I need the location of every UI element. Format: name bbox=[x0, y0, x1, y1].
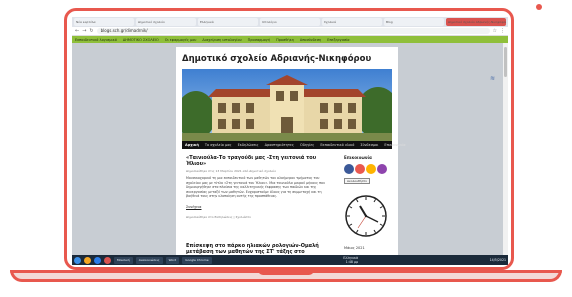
tab-active[interactable]: Δημοτικό σχολείο Αδριανής-Νικηφόρου bbox=[446, 18, 506, 26]
extension-icon[interactable]: ≋ bbox=[490, 75, 495, 82]
blog-content: Δημοτικό σχολείο Αδριανής-Νικηφόρου Αρχι… bbox=[176, 47, 406, 261]
address-bar-row: ← → ↻ blogs.sch.gr/dimadrnik/ ☆ ⋮ bbox=[72, 27, 508, 36]
menu-item[interactable]: Εκδηλώσεις bbox=[238, 143, 259, 147]
browser-tabs: Νέα καρτέλα Δημοτικό σχολείο Ελληνικά Ισ… bbox=[72, 17, 508, 27]
web-page: Δημοτικό σχολείο Αδριανής-Νικηφόρου Αρχι… bbox=[72, 43, 508, 261]
menu-item[interactable]: Δραστηριότητες bbox=[265, 143, 294, 147]
menu-icon[interactable]: ⋮ bbox=[500, 27, 505, 36]
sun-icon[interactable] bbox=[366, 164, 376, 174]
taskbar: Μουσική Ανακοινώσεις Word Google Chrome … bbox=[72, 255, 508, 265]
tray-time: 1:48 μμ bbox=[345, 260, 358, 264]
menu-item[interactable]: Οδηγίες bbox=[300, 143, 314, 147]
system-tray[interactable]: Ελληνικά 1:48 μμ bbox=[343, 256, 358, 264]
screen: Νέα καρτέλα Δημοτικό σχολείο Ελληνικά Ισ… bbox=[72, 17, 508, 265]
reload-icon[interactable]: ↻ bbox=[89, 27, 93, 36]
tab-4[interactable]: Ιστολόγιο bbox=[260, 18, 320, 26]
post-title[interactable]: «Ταινιούλα-Το τραγούδι μας -Στη γειτονιά… bbox=[186, 155, 326, 167]
bookmark[interactable]: Διαχείριση ιστολογίου bbox=[202, 38, 241, 42]
post-meta: Δημοσιεύθηκε στις 13 Μαρτίου 2021 από Δη… bbox=[186, 169, 277, 173]
bookmark[interactable]: Οι εφαρμογές μου bbox=[165, 38, 197, 42]
tag-icon[interactable] bbox=[377, 164, 387, 174]
decor-dot bbox=[536, 4, 542, 10]
bookmarks-bar: Εκπαιδευτικό λογισμικό ΔΗΜΟΤΙΚΟ ΣΧΟΛΕΙΟ … bbox=[72, 36, 508, 43]
clock-widget bbox=[345, 195, 387, 237]
laptop-notch bbox=[258, 270, 314, 275]
follow-button[interactable]: Ακολουθήστε bbox=[344, 178, 370, 184]
instagram-icon[interactable] bbox=[355, 164, 365, 174]
read-more-link[interactable]: Συνέχεια bbox=[186, 205, 326, 209]
bookmark[interactable]: Εκπαιδευτικό λογισμικό bbox=[75, 38, 117, 42]
menu-item[interactable]: Εκπαιδευτικό υλικό bbox=[320, 143, 354, 147]
tray-date-block: 14/5/2021 bbox=[490, 258, 506, 262]
forward-icon[interactable]: → bbox=[82, 27, 86, 36]
tab-3[interactable]: Ελληνικά bbox=[198, 18, 258, 26]
laptop-screen-frame: Νέα καρτέλα Δημοτικό σχολείο Ελληνικά Ισ… bbox=[64, 8, 514, 270]
blog-post: «Ταινιούλα-Το τραγούδι μας -Στη γειτονιά… bbox=[186, 155, 326, 219]
facebook-icon[interactable] bbox=[344, 164, 354, 174]
menu-item[interactable]: Σύνδεσμοι bbox=[360, 143, 378, 147]
social-icons bbox=[344, 164, 392, 174]
menu-item[interactable]: Επικοινωνία bbox=[384, 143, 405, 147]
site-title[interactable]: Δημοτικό σχολείο Αδριανής-Νικηφόρου bbox=[182, 54, 371, 64]
tab-2[interactable]: Δημοτικό σχολείο bbox=[136, 18, 196, 26]
calendar-month: Μάιος 2021 bbox=[344, 246, 365, 250]
taskbar-item[interactable]: Word bbox=[165, 256, 180, 264]
bookmark[interactable]: Αποσύνδεση bbox=[300, 38, 321, 42]
school-building-image bbox=[182, 69, 392, 141]
back-icon[interactable]: ← bbox=[75, 27, 79, 36]
start-icon[interactable] bbox=[74, 256, 81, 264]
menu-item[interactable]: Το σχολείο μας bbox=[205, 143, 232, 147]
sidebar-title: Επικοινωνία bbox=[344, 155, 372, 160]
tab-6[interactable]: Blog bbox=[384, 18, 444, 26]
media-icon[interactable] bbox=[104, 256, 111, 264]
taskbar-item[interactable]: Μουσική bbox=[114, 256, 133, 264]
star-icon[interactable]: ☆ bbox=[493, 27, 497, 36]
taskbar-item[interactable]: Google Chrome bbox=[182, 256, 212, 264]
tray-date: 14/5/2021 bbox=[489, 258, 506, 262]
menu-item-home[interactable]: Αρχική bbox=[185, 143, 199, 147]
tab-1[interactable]: Νέα καρτέλα bbox=[74, 18, 134, 26]
scrollbar-thumb[interactable] bbox=[504, 47, 507, 77]
bookmark[interactable]: Επεξεργασία bbox=[327, 38, 349, 42]
taskbar-item[interactable]: Ανακοινώσεις bbox=[135, 256, 163, 264]
tab-5[interactable]: Σχολικά bbox=[322, 18, 382, 26]
bookmark[interactable]: Προσθήκη bbox=[276, 38, 294, 42]
post-footer: Δημοσιεύθηκε στο Εκδηλώσεις | Σχολιάστε bbox=[186, 214, 252, 219]
browser-icon[interactable] bbox=[94, 256, 101, 264]
folder-icon[interactable] bbox=[84, 256, 91, 264]
bookmark[interactable]: ΔΗΜΟΤΙΚΟ ΣΧΟΛΕΙΟ bbox=[123, 38, 159, 42]
post-body: Μουσικοχορικό τη μια εκπαιδευτικό των μα… bbox=[186, 176, 325, 199]
url-field[interactable]: blogs.sch.gr/dimadrnik/ bbox=[96, 28, 490, 34]
main-menu: Αρχική Το σχολείο μας Εκδηλώσεις Δραστηρ… bbox=[182, 141, 406, 149]
bookmark[interactable]: Προσαρμογή bbox=[248, 38, 270, 42]
sidebar: Επικοινωνία Ακολουθήστε Μάιος 2021 bbox=[344, 155, 392, 250]
